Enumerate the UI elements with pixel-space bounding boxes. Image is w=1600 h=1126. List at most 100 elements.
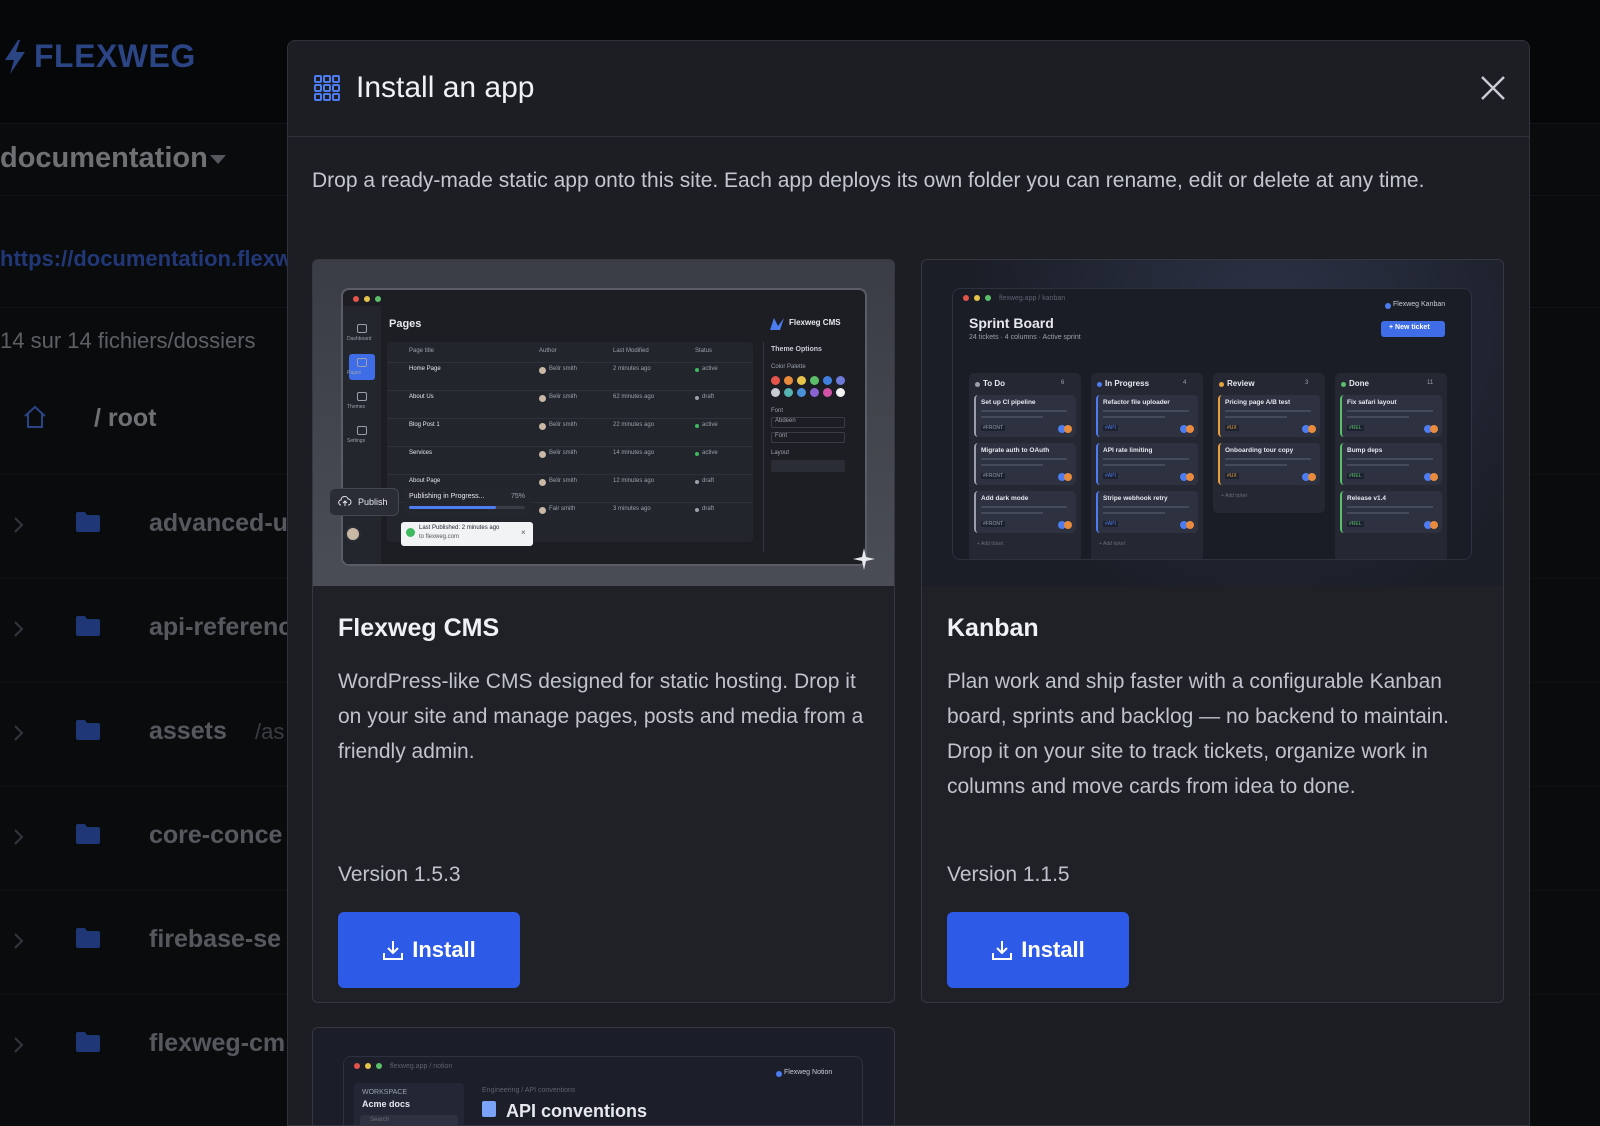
install-label: Install	[412, 937, 476, 962]
kanban-column-count: 11	[1427, 380, 1434, 386]
modal-description: Drop a ready-made static app onto this s…	[312, 169, 1425, 192]
install-label: Install	[1021, 937, 1085, 962]
toast-close-icon[interactable]: ×	[521, 528, 526, 537]
palette-swatch[interactable]	[823, 376, 832, 385]
assignee-avatar	[1064, 521, 1072, 529]
palette-swatch[interactable]	[797, 376, 806, 385]
themes-icon	[357, 392, 367, 401]
placeholder-line	[1225, 410, 1311, 412]
font-select-value-2: Font	[775, 433, 788, 439]
assignee-avatar	[1186, 473, 1194, 481]
cms-row-title[interactable]: Home Page	[409, 366, 441, 372]
cms-row-author: Belir smith	[549, 422, 578, 428]
kanban-board-subtitle: 24 tickets · 4 columns · Active sprint	[969, 334, 1081, 341]
cms-row-status: draft	[702, 478, 715, 484]
check-icon	[406, 528, 415, 537]
kanban-card[interactable]: API rate limiting #API	[1096, 443, 1198, 485]
palette-swatch[interactable]	[823, 388, 832, 397]
placeholder-line	[1103, 512, 1165, 514]
cms-row-modified: 62 minutes ago	[613, 394, 655, 400]
app-version: Version 1.1.5	[947, 863, 1070, 886]
notion-preview-image: flexweg.app / notion Flexweg Notion WORK…	[313, 1028, 894, 1125]
cms-row-title[interactable]: Services	[409, 450, 432, 456]
notion-url: flexweg.app / notion	[390, 1063, 453, 1070]
kanban-card[interactable]: Fix safari layout #REL	[1340, 395, 1442, 437]
palette-swatch[interactable]	[784, 388, 793, 397]
kanban-card[interactable]: Set up CI pipeline #FRONT	[974, 395, 1076, 437]
add-ticket-link[interactable]: + Add ticket	[1221, 493, 1247, 499]
kanban-card-tag: #API	[1103, 473, 1118, 479]
cms-nav-item[interactable]: Themes	[347, 404, 365, 410]
kanban-card-tag: #FRONT	[981, 521, 1005, 527]
kanban-card[interactable]: Refactor file uploader #API	[1096, 395, 1198, 437]
kanban-card-title: Fix safari layout	[1347, 399, 1397, 406]
kanban-card-title: Onboarding tour copy	[1225, 447, 1294, 454]
palette-swatch[interactable]	[836, 376, 845, 385]
kanban-card[interactable]: Stripe webhook retry #API	[1096, 491, 1198, 533]
placeholder-line	[1103, 458, 1189, 460]
cms-row-status: draft	[702, 506, 715, 512]
assignee-avatar	[1430, 521, 1438, 529]
assignee-avatar	[1064, 473, 1072, 481]
cms-row-author: Belir smith	[549, 478, 578, 484]
row-divider	[387, 362, 753, 363]
column-status-dot	[975, 382, 980, 387]
palette-swatch[interactable]	[771, 388, 780, 397]
placeholder-line	[1347, 512, 1409, 514]
app-description: WordPress-like CMS designed for static h…	[338, 670, 864, 763]
placeholder-line	[981, 506, 1067, 508]
cms-nav-item[interactable]: Dashboard	[347, 336, 371, 342]
cms-column-header: Page title	[409, 348, 435, 354]
kanban-card[interactable]: Add dark mode #FRONT	[974, 491, 1076, 533]
kanban-preview-image: flexweg.app / kanban Flexweg Kanban Spri…	[922, 260, 1503, 586]
status-dot	[695, 480, 699, 484]
add-ticket-link[interactable]: + Add ticket	[977, 541, 1003, 547]
cms-row-title[interactable]: About Page	[409, 478, 440, 484]
cms-preview-image: Pages Flexweg CMS Theme Options Color Pa…	[313, 260, 894, 586]
app-version: Version 1.5.3	[338, 863, 461, 886]
kanban-card-tag: #API	[1103, 425, 1118, 431]
kanban-card[interactable]: Release v1.4 #REL	[1340, 491, 1442, 533]
kanban-card-tag: #UX	[1225, 473, 1239, 479]
last-published-label: Last Published: 2 minutes ago	[419, 525, 500, 531]
cms-row-title[interactable]: About Us	[409, 394, 434, 400]
close-icon[interactable]	[1479, 74, 1507, 102]
add-ticket-link[interactable]: + Add ticket	[1099, 541, 1125, 547]
app-name: Flexweg CMS	[338, 614, 500, 642]
install-button-kanban[interactable]: Install	[947, 912, 1129, 988]
palette-swatch[interactable]	[810, 388, 819, 397]
author-avatar	[539, 507, 546, 514]
palette-swatch[interactable]	[784, 376, 793, 385]
column-status-dot	[1219, 382, 1224, 387]
cms-row-modified: 3 minutes ago	[613, 506, 651, 512]
kanban-column-count: 3	[1305, 380, 1309, 386]
kanban-card[interactable]: Pricing page A/B test #UX	[1218, 395, 1320, 437]
kanban-url: flexweg.app / kanban	[999, 295, 1066, 302]
kanban-card-title: Migrate auth to OAuth	[981, 447, 1050, 454]
palette-swatch[interactable]	[797, 388, 806, 397]
kanban-card-title: API rate limiting	[1103, 447, 1153, 454]
palette-swatch[interactable]	[771, 376, 780, 385]
cms-row-title[interactable]: Blog Post 1	[409, 422, 440, 428]
kanban-card[interactable]: Bump deps #REL	[1340, 443, 1442, 485]
kanban-card[interactable]: Migrate auth to OAuth #FRONT	[974, 443, 1076, 485]
kanban-card[interactable]: Onboarding tour copy #UX	[1218, 443, 1320, 485]
placeholder-line	[1225, 464, 1287, 466]
placeholder-line	[1103, 506, 1189, 508]
placeholder-line	[981, 464, 1043, 466]
author-avatar	[539, 451, 546, 458]
status-dot	[695, 452, 699, 456]
palette-swatch[interactable]	[836, 388, 845, 397]
cms-nav-item[interactable]: Pages	[347, 370, 361, 376]
download-icon	[992, 941, 1013, 960]
kanban-card-title: Refactor file uploader	[1103, 399, 1170, 406]
placeholder-line	[1103, 464, 1165, 466]
kanban-board-title: Sprint Board	[969, 315, 1054, 331]
install-button-cms[interactable]: Install	[338, 912, 520, 988]
palette-swatch[interactable]	[810, 376, 819, 385]
cms-nav-item[interactable]: Settings	[347, 438, 365, 444]
new-ticket-label: + New ticket	[1389, 324, 1430, 331]
cms-row-author: Belir smith	[549, 450, 578, 456]
app-card-kanban: flexweg.app / kanban Flexweg Kanban Spri…	[921, 259, 1504, 1003]
sparkle-icon	[853, 548, 875, 570]
